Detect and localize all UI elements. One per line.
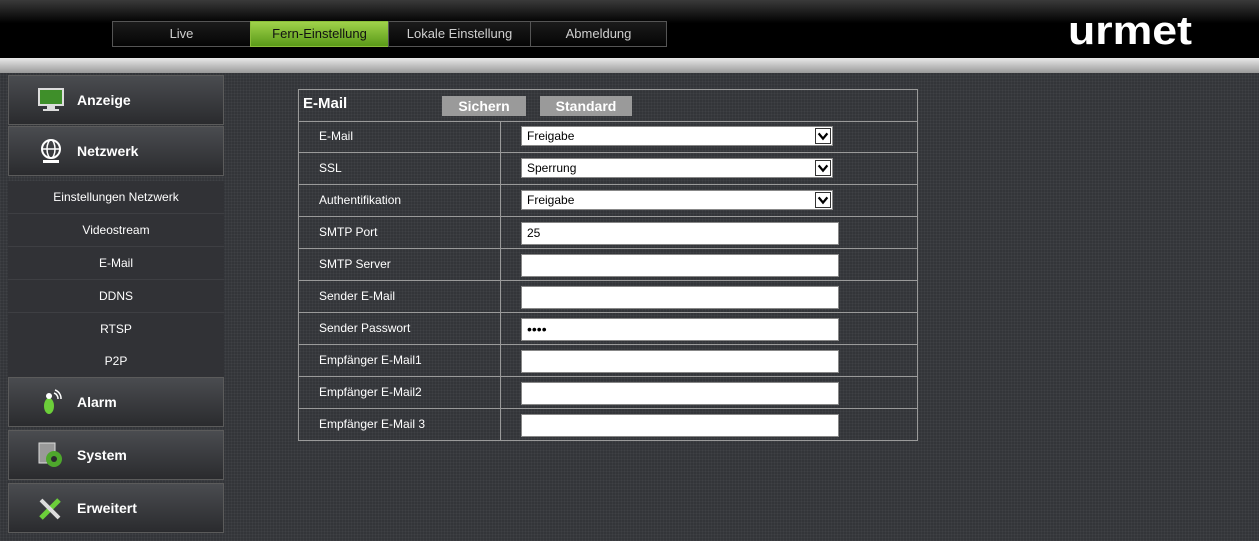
row-sender-passwort: Sender Passwort •••• — [299, 313, 917, 345]
monitor-icon — [38, 88, 64, 111]
alarm-icon — [44, 389, 62, 414]
submenu-videostream[interactable]: Videostream — [8, 214, 224, 247]
recipient-email2-input[interactable] — [521, 382, 839, 405]
tab-abmeldung[interactable]: Abmeldung — [530, 21, 667, 47]
row-sender-email: Sender E-Mail — [299, 281, 917, 313]
sidebar-item-label: Erweitert — [77, 500, 137, 516]
recipient-email3-input[interactable] — [521, 414, 839, 437]
chevron-down-icon — [815, 128, 831, 144]
default-button[interactable]: Standard — [540, 96, 632, 116]
row-email: E-Mail Freigabe — [299, 121, 917, 153]
row-smtp-server: SMTP Server — [299, 249, 917, 281]
sidebar-item-system[interactable]: System — [8, 430, 224, 480]
submenu-e-mail[interactable]: E-Mail — [8, 247, 224, 280]
panel-title: E-Mail — [303, 95, 348, 112]
tab-fern-einstellung[interactable]: Fern-Einstellung — [250, 21, 388, 47]
row-label: Empfänger E-Mail1 — [299, 345, 501, 376]
sidebar-item-anzeige[interactable]: Anzeige — [8, 75, 224, 125]
select-value: Sperrung — [527, 161, 577, 175]
row-label: SMTP Server — [299, 249, 501, 280]
email-settings-panel: E-Mail Sichern Standard E-Mail Freigabe … — [298, 89, 918, 441]
panel-header: E-Mail Sichern Standard — [299, 90, 917, 122]
submenu-rtsp[interactable]: RTSP — [8, 313, 224, 346]
chevron-down-icon — [815, 160, 831, 176]
sidebar-item-erweitert[interactable]: Erweitert — [8, 483, 224, 533]
sidebar-item-netzwerk[interactable]: Netzwerk — [8, 126, 224, 176]
sidebar-item-label: Alarm — [77, 394, 117, 410]
tab-lokale-einstellung[interactable]: Lokale Einstellung — [388, 21, 530, 47]
authentifikation-select[interactable]: Freigabe — [521, 190, 833, 210]
ssl-select[interactable]: Sperrung — [521, 158, 833, 178]
logo-text: urmet — [1068, 9, 1192, 50]
row-authentifikation: Authentifikation Freigabe — [299, 185, 917, 217]
sidebar: Anzeige Netzwerk Einstellungen Netzwerk … — [8, 73, 226, 541]
main-area: Anzeige Netzwerk Einstellungen Netzwerk … — [0, 73, 1259, 541]
main-tabs: Live Fern-Einstellung Lokale Einstellung… — [112, 21, 667, 47]
tools-icon — [39, 498, 61, 520]
network-globe-icon — [41, 139, 61, 163]
row-smtp-port: SMTP Port 25 — [299, 217, 917, 249]
select-value: Freigabe — [527, 129, 575, 143]
row-empfaenger-email3: Empfänger E-Mail 3 — [299, 409, 917, 441]
row-label: SMTP Port — [299, 217, 501, 248]
header-separator — [0, 58, 1259, 73]
sidebar-item-label: System — [77, 447, 127, 463]
row-empfaenger-email2: Empfänger E-Mail2 — [299, 377, 917, 409]
sidebar-item-label: Anzeige — [77, 92, 131, 108]
submenu-p2p[interactable]: P2P — [8, 345, 224, 378]
smtp-port-input[interactable]: 25 — [521, 222, 839, 245]
row-label: SSL — [299, 153, 501, 184]
row-label: E-Mail — [299, 121, 501, 152]
row-empfaenger-email1: Empfänger E-Mail1 — [299, 345, 917, 377]
submenu-einstellungen-netzwerk[interactable]: Einstellungen Netzwerk — [8, 181, 224, 214]
system-gear-icon — [38, 442, 62, 467]
tab-live[interactable]: Live — [112, 21, 250, 47]
row-label: Empfänger E-Mail 3 — [299, 409, 501, 440]
recipient-email1-input[interactable] — [521, 350, 839, 373]
sender-password-input[interactable]: •••• — [521, 318, 839, 341]
smtp-server-input[interactable] — [521, 254, 839, 277]
row-ssl: SSL Sperrung — [299, 153, 917, 185]
sender-email-input[interactable] — [521, 286, 839, 309]
select-value: Freigabe — [527, 193, 575, 207]
row-label: Empfänger E-Mail2 — [299, 377, 501, 408]
submenu-ddns[interactable]: DDNS — [8, 280, 224, 313]
email-select[interactable]: Freigabe — [521, 126, 833, 146]
chevron-down-icon — [815, 192, 831, 208]
urmet-logo: urmet — [1068, 9, 1192, 50]
top-navigation-bar: Live Fern-Einstellung Lokale Einstellung… — [0, 0, 1259, 58]
sidebar-item-alarm[interactable]: Alarm — [8, 377, 224, 427]
row-label: Sender Passwort — [299, 313, 501, 344]
row-label: Sender E-Mail — [299, 281, 501, 312]
row-label: Authentifikation — [299, 185, 501, 216]
save-button[interactable]: Sichern — [442, 96, 526, 116]
sidebar-item-label: Netzwerk — [77, 143, 139, 159]
